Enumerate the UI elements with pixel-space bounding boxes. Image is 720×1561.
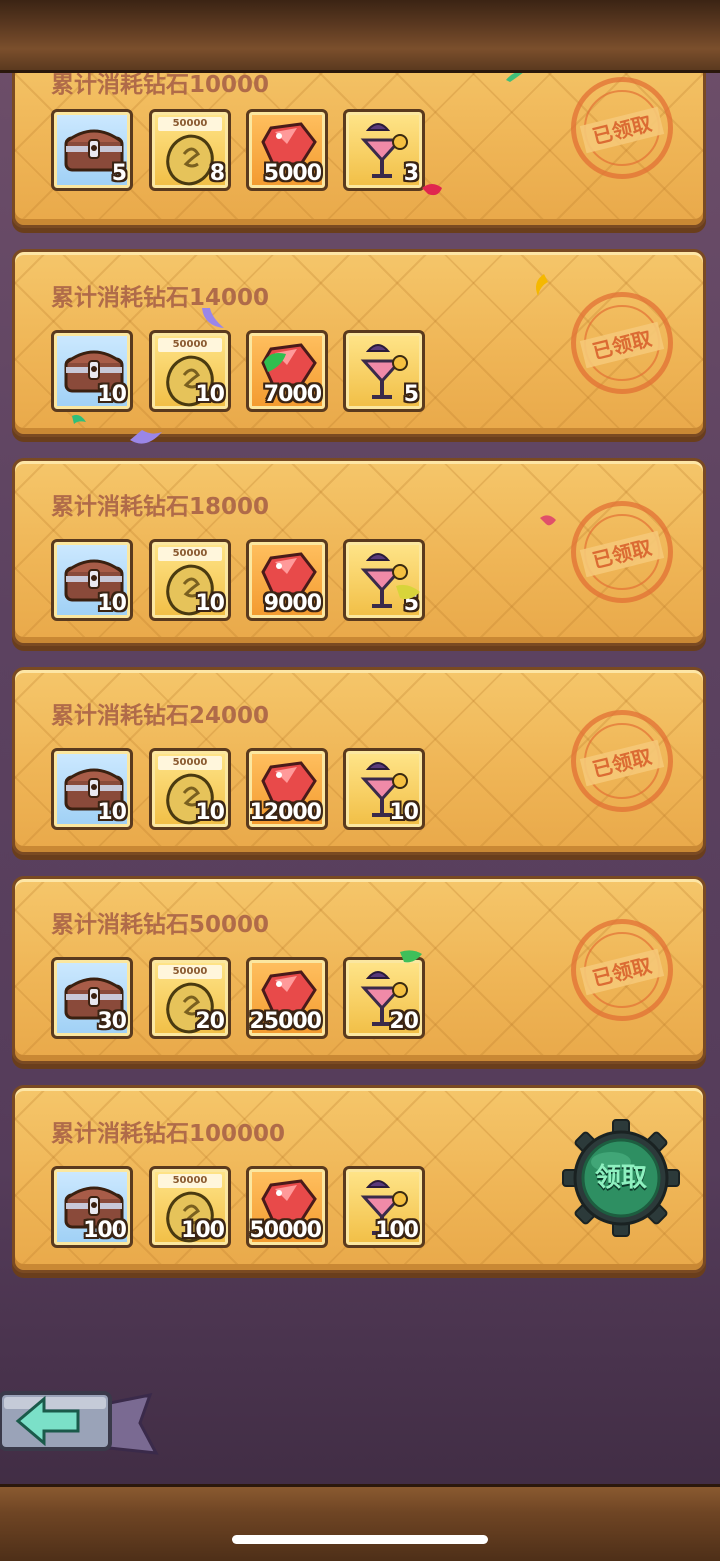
chest-count: 100	[83, 1218, 127, 1243]
reward-row-title: 累计消耗钻石50000	[51, 912, 270, 938]
drink-count: 100	[375, 1218, 419, 1243]
coin-reward[interactable]: 50000 8	[149, 109, 231, 191]
reward-row-6: 累计消耗钻石100000 100 50000 100 50000 100 领取	[12, 1085, 706, 1273]
coin-count: 10	[195, 591, 225, 616]
gem-count: 9000	[263, 591, 322, 616]
confetti-icon	[536, 274, 548, 296]
claimed-stamp: 已领取	[571, 919, 673, 1021]
chest-count: 10	[97, 591, 127, 616]
confetti-icon	[72, 414, 86, 424]
claimed-stamp: 已领取	[571, 710, 673, 812]
drink-reward[interactable]: 10	[343, 748, 425, 830]
drink-count: 5	[403, 382, 419, 407]
claim-button-label: 领取	[594, 1163, 647, 1193]
claimed-stamp-label: 已领取	[579, 106, 665, 154]
back-arrow-icon	[0, 1391, 159, 1455]
drink-reward[interactable]: 3	[343, 109, 425, 191]
chest-reward[interactable]: 30	[51, 957, 133, 1039]
drink-count: 20	[389, 1009, 419, 1034]
gem-count: 5000	[263, 161, 322, 186]
bottom-wood-frame	[0, 1484, 720, 1561]
gem-reward[interactable]: 5000	[246, 109, 328, 191]
claimed-stamp: 已领取	[571, 77, 673, 179]
gem-reward[interactable]: 50000	[246, 1166, 328, 1248]
back-button[interactable]	[0, 1385, 160, 1475]
coin-reward[interactable]: 50000 20	[149, 957, 231, 1039]
claimed-stamp-label: 已领取	[579, 739, 665, 787]
confetti-icon	[396, 584, 420, 600]
claimed-stamp-label: 已领取	[579, 948, 665, 996]
chest-reward[interactable]: 10	[51, 330, 133, 412]
reward-row-2: 累计消耗钻石14000 10 50000 10 7000 5 已领取	[12, 249, 706, 437]
claimed-stamp: 已领取	[571, 501, 673, 603]
coin-reward[interactable]: 50000 10	[149, 539, 231, 621]
coin-reward[interactable]: 50000 10	[149, 330, 231, 412]
claimed-stamp: 已领取	[571, 292, 673, 394]
coin-count: 8	[209, 161, 225, 186]
chest-count: 30	[97, 1009, 127, 1034]
top-wood-frame	[0, 0, 720, 73]
reward-row-3: 累计消耗钻石18000 10 50000 10 9000 5 已领取	[12, 458, 706, 646]
confetti-icon	[130, 430, 162, 444]
coin-reward[interactable]: 50000 10	[149, 748, 231, 830]
home-indicator[interactable]	[232, 1535, 488, 1544]
chest-count: 10	[97, 382, 127, 407]
confetti-icon	[400, 950, 422, 963]
reward-row-title: 累计消耗钻石24000	[51, 703, 270, 729]
reward-row-title: 累计消耗钻石100000	[51, 1121, 286, 1147]
confetti-icon	[264, 353, 286, 372]
confetti-icon	[202, 308, 224, 328]
coin-reward[interactable]: 50000 100	[149, 1166, 231, 1248]
chest-count: 5	[111, 161, 127, 186]
gem-count: 7000	[263, 382, 322, 407]
gem-count: 50000	[249, 1218, 322, 1243]
drink-reward[interactable]: 5	[343, 330, 425, 412]
coin-count: 10	[195, 800, 225, 825]
claim-button[interactable]: 领取	[561, 1118, 681, 1238]
coin-count: 100	[181, 1218, 225, 1243]
reward-row-5: 累计消耗钻石50000 30 50000 20 25000 20 已领取	[12, 876, 706, 1064]
confetti-icon	[422, 184, 442, 196]
drink-count: 3	[403, 161, 419, 186]
chest-reward[interactable]: 10	[51, 748, 133, 830]
gem-reward[interactable]: 12000	[246, 748, 328, 830]
chest-count: 10	[97, 800, 127, 825]
claimed-stamp-label: 已领取	[579, 321, 665, 369]
coin-count: 10	[195, 382, 225, 407]
reward-row-4: 累计消耗钻石24000 10 50000 10 12000 10 已领取	[12, 667, 706, 855]
confetti-icon	[540, 515, 556, 526]
chest-reward[interactable]: 10	[51, 539, 133, 621]
chest-reward[interactable]: 100	[51, 1166, 133, 1248]
drink-reward[interactable]: 20	[343, 957, 425, 1039]
gem-count: 25000	[249, 1009, 322, 1034]
claimed-stamp-label: 已领取	[579, 530, 665, 578]
gem-count: 12000	[249, 800, 322, 825]
reward-row-title: 累计消耗钻石14000	[51, 285, 270, 311]
reward-row-title: 累计消耗钻石18000	[51, 494, 270, 520]
drink-reward[interactable]: 100	[343, 1166, 425, 1248]
chest-reward[interactable]: 5	[51, 109, 133, 191]
gem-reward[interactable]: 25000	[246, 957, 328, 1039]
drink-count: 10	[389, 800, 419, 825]
gem-reward[interactable]: 9000	[246, 539, 328, 621]
coin-count: 20	[195, 1009, 225, 1034]
drink-reward[interactable]: 5	[343, 539, 425, 621]
